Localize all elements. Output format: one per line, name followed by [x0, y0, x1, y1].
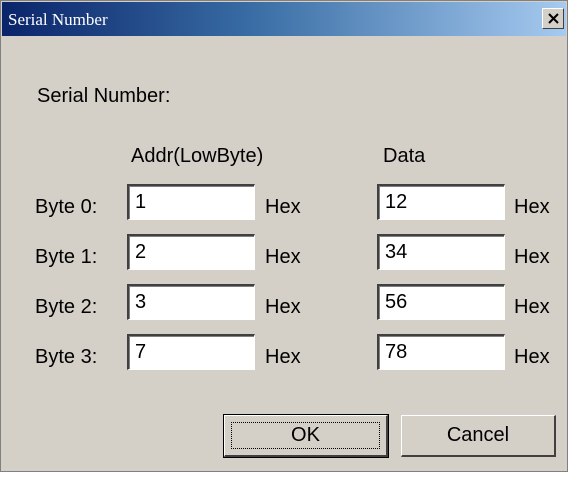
ok-button-label: OK — [291, 424, 320, 446]
byte-1-data-unit: Hex — [514, 246, 550, 268]
close-button[interactable] — [542, 8, 564, 29]
byte-3-addr-input[interactable]: 7 — [127, 334, 255, 370]
byte-0-addr-input[interactable]: 1 — [127, 184, 255, 220]
byte-0-label: Byte 0: — [35, 196, 98, 218]
byte-0-data-input[interactable]: 12 — [377, 184, 505, 220]
byte-1-addr-input[interactable]: 2 — [127, 234, 255, 270]
byte-3-label: Byte 3: — [35, 346, 98, 368]
byte-2-data-unit: Hex — [514, 296, 550, 318]
cancel-button[interactable]: Cancel — [401, 415, 556, 457]
byte-3-data-input[interactable]: 78 — [377, 334, 505, 370]
title-bar[interactable]: Serial Number — [2, 2, 566, 36]
byte-2-data-input[interactable]: 56 — [377, 284, 505, 320]
byte-1-data-input[interactable]: 34 — [377, 234, 505, 270]
byte-2-addr-unit: Hex — [265, 296, 301, 318]
data-column-header: Data — [383, 145, 426, 167]
byte-0-addr-unit: Hex — [265, 196, 301, 218]
byte-1-addr-unit: Hex — [265, 246, 301, 268]
byte-3-data-unit: Hex — [514, 346, 550, 368]
byte-0-data-unit: Hex — [514, 196, 550, 218]
close-icon — [548, 13, 559, 24]
byte-1-label: Byte 1: — [35, 246, 98, 268]
addr-column-header: Addr(LowByte) — [131, 145, 264, 167]
cancel-button-label: Cancel — [446, 424, 510, 446]
byte-3-addr-unit: Hex — [265, 346, 301, 368]
ok-button[interactable]: OK — [223, 414, 389, 458]
serial-number-dialog: Serial Number Serial Number: Addr(LowByt… — [0, 0, 568, 472]
window-title: Serial Number — [8, 10, 108, 29]
serial-number-heading: Serial Number: — [37, 85, 171, 107]
byte-2-label: Byte 2: — [35, 296, 98, 318]
byte-2-addr-input[interactable]: 3 — [127, 284, 255, 320]
